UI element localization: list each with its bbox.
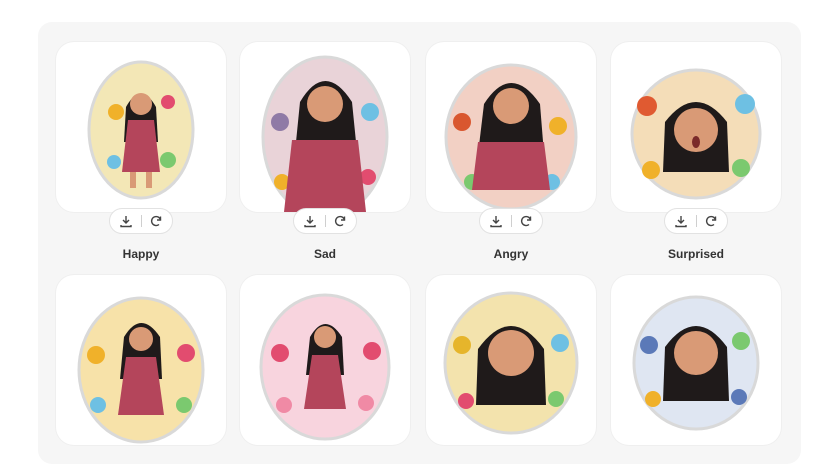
sticker-image [261, 55, 389, 212]
sticker-card-surprised[interactable] [611, 42, 781, 212]
sticker-actions-happy [109, 208, 173, 234]
download-icon[interactable] [303, 214, 317, 228]
sticker-actions-surprised [664, 208, 728, 234]
sticker-card-winking[interactable] [426, 275, 596, 445]
sticker-image [632, 295, 760, 431]
download-icon[interactable] [489, 214, 503, 228]
sticker-image [77, 296, 205, 444]
sticker-image [444, 63, 578, 211]
sticker-card-love[interactable] [240, 275, 410, 445]
sticker-image [443, 291, 579, 435]
sticker-caption: Angry [493, 247, 529, 261]
sticker-image [87, 60, 195, 200]
download-icon[interactable] [674, 214, 688, 228]
sticker-card-confused[interactable] [611, 275, 781, 445]
sticker-card-happy[interactable] [56, 42, 226, 212]
sticker-actions-angry [479, 208, 543, 234]
regenerate-icon[interactable] [704, 214, 718, 228]
regenerate-icon[interactable] [149, 214, 163, 228]
sticker-caption: Surprised [667, 247, 724, 261]
sticker-image [630, 68, 762, 200]
sticker-image [259, 293, 391, 441]
sticker-actions-sad [293, 208, 357, 234]
regenerate-icon[interactable] [333, 214, 347, 228]
regenerate-icon[interactable] [519, 214, 533, 228]
actions-divider [140, 215, 142, 227]
actions-divider [324, 215, 326, 227]
sticker-card-sad[interactable] [240, 42, 410, 212]
actions-divider [510, 215, 512, 227]
sticker-card-laughing[interactable] [56, 275, 226, 445]
download-icon[interactable] [119, 214, 133, 228]
sticker-caption: Happy [122, 247, 160, 261]
sticker-caption: Sad [313, 247, 336, 261]
actions-divider [695, 215, 697, 227]
sticker-card-angry[interactable] [426, 42, 596, 212]
